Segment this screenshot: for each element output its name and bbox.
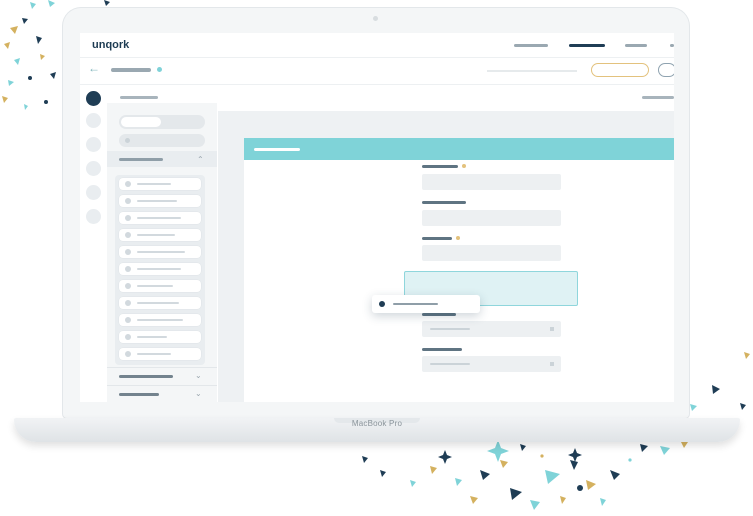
list-item[interactable] bbox=[119, 246, 201, 258]
rail-item[interactable] bbox=[86, 185, 101, 200]
component-label-bar bbox=[137, 217, 181, 219]
app-logo[interactable]: unqork bbox=[92, 39, 129, 51]
list-item[interactable] bbox=[119, 348, 201, 360]
topbar-divider bbox=[80, 57, 674, 58]
list-item[interactable] bbox=[119, 314, 201, 326]
form-body bbox=[244, 160, 674, 402]
app-screen: unqork ← ⌃ ⌄ ⌄ bbox=[80, 33, 674, 402]
collapsed-section[interactable]: ⌄ bbox=[107, 385, 217, 402]
component-icon bbox=[125, 300, 131, 306]
component-icon bbox=[125, 232, 131, 238]
section-title-bar bbox=[119, 375, 173, 378]
search-icon bbox=[125, 138, 130, 143]
text-field[interactable] bbox=[422, 210, 561, 226]
nav-link-3[interactable] bbox=[625, 44, 647, 47]
rail-item[interactable] bbox=[86, 161, 101, 176]
component-icon bbox=[379, 301, 385, 307]
component-label-bar bbox=[137, 251, 185, 253]
status-dot bbox=[157, 67, 162, 72]
dropdown-indicator-icon bbox=[550, 362, 554, 366]
panel-title-bar bbox=[120, 96, 158, 99]
field-label bbox=[422, 237, 452, 240]
form-header bbox=[244, 138, 674, 160]
component-label-bar bbox=[393, 303, 438, 305]
dropdown-indicator-icon bbox=[550, 327, 554, 331]
toolbar-placeholder-line bbox=[487, 70, 577, 72]
breadcrumb bbox=[111, 68, 151, 72]
component-icon bbox=[125, 266, 131, 272]
component-label-bar bbox=[137, 183, 171, 185]
component-icon bbox=[125, 249, 131, 255]
component-label-bar bbox=[137, 268, 181, 270]
field-label bbox=[422, 165, 458, 168]
rail-item[interactable] bbox=[86, 137, 101, 152]
nav-link-4[interactable] bbox=[670, 44, 674, 47]
field-label bbox=[422, 201, 466, 204]
dropdown-field[interactable] bbox=[422, 356, 561, 372]
search-input[interactable] bbox=[119, 134, 205, 147]
device-label: MacBook Pro bbox=[351, 419, 403, 428]
list-item[interactable] bbox=[119, 212, 201, 224]
component-label-bar bbox=[137, 336, 167, 338]
header-right-bar bbox=[642, 96, 674, 99]
component-label-bar bbox=[137, 319, 183, 321]
required-indicator bbox=[456, 236, 460, 240]
section-header[interactable]: ⌃ bbox=[107, 151, 217, 167]
dropdown-value-bar bbox=[430, 363, 470, 365]
chevron-up-icon[interactable]: ⌃ bbox=[197, 156, 204, 164]
rail-item-active[interactable] bbox=[86, 91, 101, 106]
list-item[interactable] bbox=[119, 195, 201, 207]
rail-item[interactable] bbox=[86, 209, 101, 224]
dragged-component[interactable] bbox=[372, 295, 480, 313]
secondary-round-button[interactable] bbox=[658, 63, 674, 77]
component-label-bar bbox=[137, 285, 173, 287]
component-label-bar bbox=[137, 200, 177, 202]
outline-button[interactable] bbox=[591, 63, 649, 77]
subbar-divider bbox=[80, 84, 674, 85]
list-item[interactable] bbox=[119, 280, 201, 292]
field-label bbox=[422, 348, 462, 351]
required-indicator bbox=[462, 164, 466, 168]
nav-link-2-active[interactable] bbox=[569, 44, 605, 47]
component-icon bbox=[125, 181, 131, 187]
nav-link-1[interactable] bbox=[514, 44, 548, 47]
back-arrow-icon[interactable]: ← bbox=[88, 62, 100, 74]
component-icon bbox=[125, 283, 131, 289]
component-icon bbox=[125, 215, 131, 221]
list-item[interactable] bbox=[119, 229, 201, 241]
component-icon bbox=[125, 351, 131, 357]
component-sidebar: ⌃ ⌄ ⌄ bbox=[107, 103, 217, 402]
component-icon bbox=[125, 317, 131, 323]
component-icon bbox=[125, 198, 131, 204]
dropdown-value-bar bbox=[430, 328, 470, 330]
section-title-bar bbox=[119, 393, 159, 396]
rail-item[interactable] bbox=[86, 113, 101, 128]
list-item[interactable] bbox=[119, 178, 201, 190]
component-label-bar bbox=[137, 353, 171, 355]
collapsed-section[interactable]: ⌄ bbox=[107, 367, 217, 386]
text-field[interactable] bbox=[422, 245, 561, 261]
toggle-control[interactable] bbox=[119, 115, 205, 129]
form-title-bar bbox=[254, 148, 300, 151]
webcam bbox=[373, 16, 378, 21]
builder-canvas bbox=[218, 111, 674, 402]
list-item[interactable] bbox=[119, 263, 201, 275]
component-icon bbox=[125, 334, 131, 340]
component-label-bar bbox=[137, 234, 175, 236]
chevron-down-icon[interactable]: ⌄ bbox=[195, 390, 202, 398]
dropdown-field[interactable] bbox=[422, 321, 561, 337]
component-list bbox=[115, 175, 205, 365]
section-title-bar bbox=[119, 158, 163, 161]
toggle-knob bbox=[121, 117, 161, 127]
text-field[interactable] bbox=[422, 174, 561, 190]
laptop-base: MacBook Pro bbox=[14, 418, 740, 442]
component-label-bar bbox=[137, 302, 179, 304]
chevron-down-icon[interactable]: ⌄ bbox=[195, 372, 202, 380]
field-label bbox=[422, 313, 456, 316]
list-item[interactable] bbox=[119, 297, 201, 309]
list-item[interactable] bbox=[119, 331, 201, 343]
